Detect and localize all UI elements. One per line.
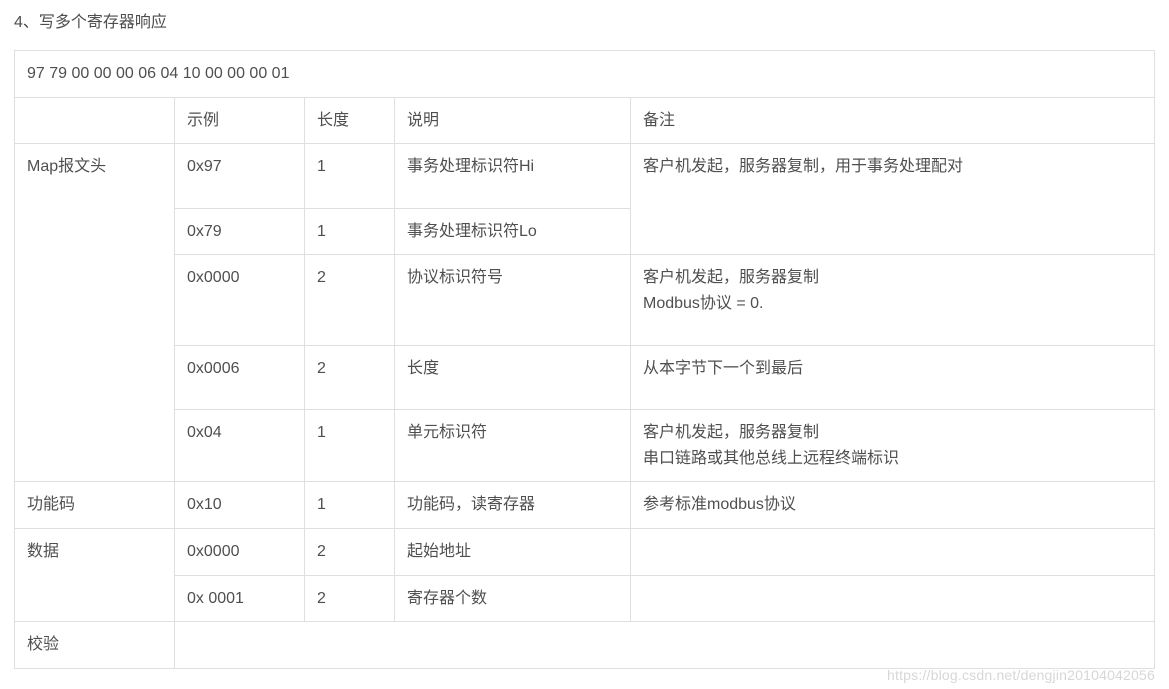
cell-description: 协议标识符号: [395, 255, 631, 345]
group-check: 校验: [15, 622, 175, 669]
cell-description: 单元标识符: [395, 410, 631, 482]
cell-length: 2: [305, 345, 395, 410]
cell-description: 寄存器个数: [395, 575, 631, 622]
cell-length: 2: [305, 528, 395, 575]
cell-length: 2: [305, 575, 395, 622]
cell-example: 0x97: [175, 144, 305, 209]
table-row: 功能码 0x10 1 功能码，读寄存器 参考标准modbus协议: [15, 482, 1155, 529]
cell-example: 0x0006: [175, 345, 305, 410]
group-map-header: Map报文头: [15, 144, 175, 482]
cell-length: 2: [305, 255, 395, 345]
table-row: Map报文头 0x97 1 事务处理标识符Hi 客户机发起，服务器复制，用于事务…: [15, 144, 1155, 209]
raw-bytes-row: 97 79 00 00 00 06 04 10 00 00 00 01: [15, 51, 1155, 98]
cell-length: 1: [305, 482, 395, 529]
cell-note: [631, 575, 1155, 622]
protocol-table: 97 79 00 00 00 06 04 10 00 00 00 01 示例 长…: [14, 50, 1155, 669]
cell-note: 参考标准modbus协议: [631, 482, 1155, 529]
cell-note: 客户机发起，服务器复制 Modbus协议 = 0.: [631, 255, 1155, 345]
cell-note: 客户机发起，服务器复制，用于事务处理配对: [631, 144, 1155, 255]
header-description: 说明: [395, 97, 631, 144]
cell-length: 1: [305, 410, 395, 482]
cell-example: 0x 0001: [175, 575, 305, 622]
table-row: 数据 0x0000 2 起始地址: [15, 528, 1155, 575]
cell-example: 0x79: [175, 208, 305, 255]
note-line: 客户机发起，服务器复制: [643, 265, 1142, 291]
cell-description: 事务处理标识符Hi: [395, 144, 631, 209]
header-length: 长度: [305, 97, 395, 144]
note-line: 客户机发起，服务器复制: [643, 420, 1142, 446]
watermark: https://blog.csdn.net/dengjin20104042056: [887, 667, 1155, 683]
cell-example: 0x04: [175, 410, 305, 482]
cell-length: 1: [305, 208, 395, 255]
cell-description: 功能码，读寄存器: [395, 482, 631, 529]
group-data: 数据: [15, 528, 175, 621]
group-function: 功能码: [15, 482, 175, 529]
table-row: 0x0006 2 长度 从本字节下一个到最后: [15, 345, 1155, 410]
table-row: 校验: [15, 622, 1155, 669]
note-line: Modbus协议 = 0.: [643, 291, 1142, 317]
cell-description: 事务处理标识符Lo: [395, 208, 631, 255]
cell-note: [631, 528, 1155, 575]
header-row: 示例 长度 说明 备注: [15, 97, 1155, 144]
header-note: 备注: [631, 97, 1155, 144]
cell-note: 客户机发起，服务器复制 串口链路或其他总线上远程终端标识: [631, 410, 1155, 482]
cell-example: 0x0000: [175, 255, 305, 345]
cell-empty: [175, 622, 1155, 669]
raw-bytes: 97 79 00 00 00 06 04 10 00 00 00 01: [15, 51, 1155, 98]
note-line: 串口链路或其他总线上远程终端标识: [643, 446, 1142, 472]
header-example: 示例: [175, 97, 305, 144]
cell-example: 0x0000: [175, 528, 305, 575]
table-row: 0x04 1 单元标识符 客户机发起，服务器复制 串口链路或其他总线上远程终端标…: [15, 410, 1155, 482]
cell-description: 起始地址: [395, 528, 631, 575]
header-blank: [15, 97, 175, 144]
table-row: 0x0000 2 协议标识符号 客户机发起，服务器复制 Modbus协议 = 0…: [15, 255, 1155, 345]
cell-description: 长度: [395, 345, 631, 410]
cell-length: 1: [305, 144, 395, 209]
cell-example: 0x10: [175, 482, 305, 529]
table-row: 0x 0001 2 寄存器个数: [15, 575, 1155, 622]
cell-note: 从本字节下一个到最后: [631, 345, 1155, 410]
section-title: 4、写多个寄存器响应: [14, 8, 1155, 32]
